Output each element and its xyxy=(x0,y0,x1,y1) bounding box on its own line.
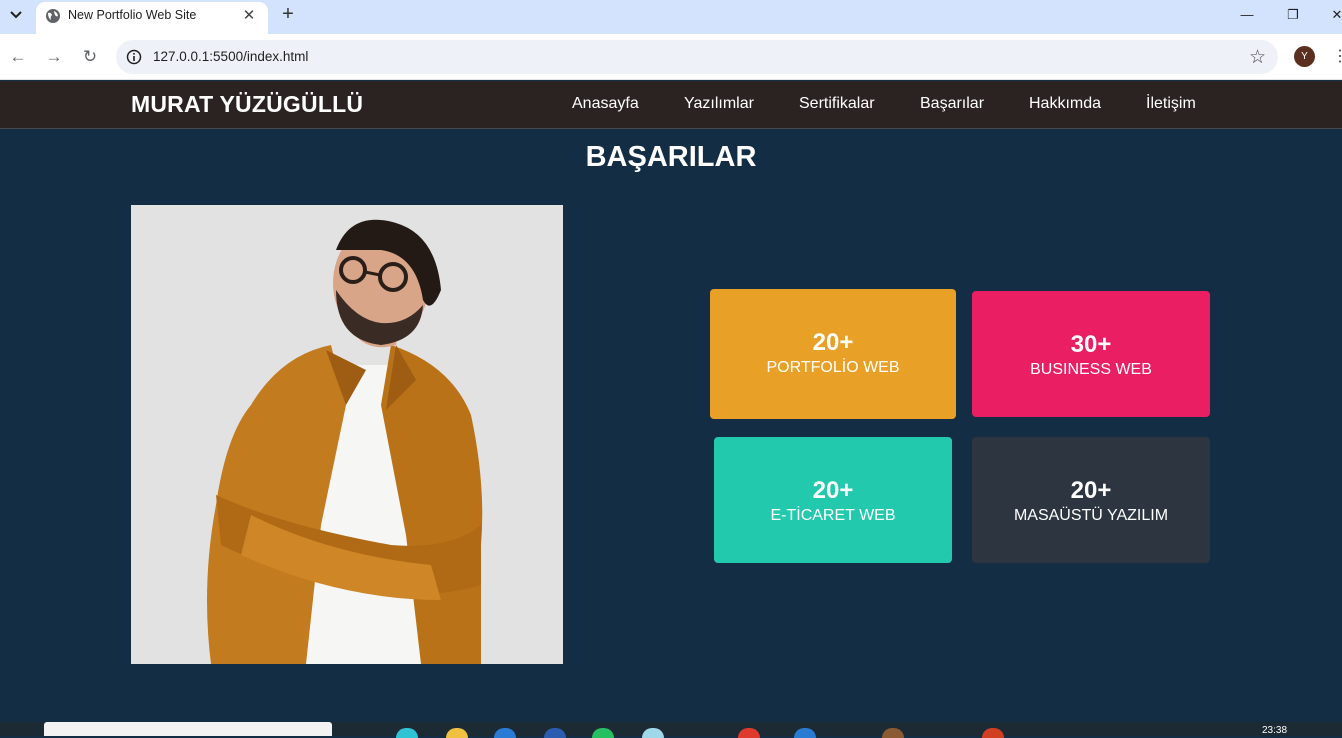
achievement-label: E-TİCARET WEB xyxy=(770,507,896,524)
close-window-icon[interactable]: ✕ xyxy=(1322,4,1342,26)
site-header: MURAT YÜZÜGÜLLÜ Anasayfa Yazılımlar Sert… xyxy=(0,81,1342,129)
achievement-card-desktop: 20+ MASAÜSTÜ YAZILIM xyxy=(972,437,1210,563)
forward-arrow-icon[interactable]: → xyxy=(42,45,66,69)
nav-link-anasayfa[interactable]: Anasayfa xyxy=(572,95,639,113)
bookmark-star-icon[interactable]: ☆ xyxy=(1249,46,1266,69)
store-icon[interactable] xyxy=(494,728,516,738)
nav-link-sertifikalar[interactable]: Sertifikalar xyxy=(799,95,875,113)
nav-link-yazilimlar[interactable]: Yazılımlar xyxy=(684,95,754,113)
globe-icon xyxy=(46,9,60,23)
url-text: 127.0.0.1:5500/index.html xyxy=(153,49,309,64)
achievement-count: 20+ xyxy=(812,329,854,356)
new-tab-icon[interactable]: + xyxy=(276,3,300,27)
taskbar-clock: 23:38 xyxy=(1262,725,1288,736)
os-taskbar: 23:38 xyxy=(0,722,1342,738)
restore-icon[interactable]: ❐ xyxy=(1278,4,1308,26)
site-brand[interactable]: MURAT YÜZÜGÜLLÜ xyxy=(131,91,363,118)
app-icon[interactable] xyxy=(882,728,904,738)
close-tab-icon[interactable]: ✕ xyxy=(239,6,259,26)
achievement-card-business: 30+ BUSINESS WEB xyxy=(972,291,1210,417)
browser-toolbar: ← → ↻ 127.0.0.1:5500/index.html ☆ Y ⋮ xyxy=(0,34,1342,80)
edge-icon[interactable] xyxy=(396,728,418,738)
achievement-label: PORTFOLİO WEB xyxy=(766,359,900,376)
achievement-count: 20+ xyxy=(812,477,854,504)
tab-title: New Portfolio Web Site xyxy=(68,8,197,22)
reload-icon[interactable]: ↻ xyxy=(78,45,102,69)
more-menu-icon[interactable]: ⋮ xyxy=(1332,46,1342,68)
address-bar[interactable]: 127.0.0.1:5500/index.html ☆ xyxy=(116,40,1278,74)
nav-link-hakkimda[interactable]: Hakkımda xyxy=(1029,95,1101,113)
nav-link-basarilar[interactable]: Başarılar xyxy=(920,95,984,113)
back-arrow-icon[interactable]: ← xyxy=(6,45,30,69)
achievement-card-portfolio: 20+ PORTFOLİO WEB xyxy=(710,289,956,419)
achievement-count: 20+ xyxy=(1070,477,1112,504)
browser-tab[interactable]: New Portfolio Web Site ✕ xyxy=(36,2,268,34)
achievement-label: BUSINESS WEB xyxy=(1030,361,1152,378)
spotify-icon[interactable] xyxy=(592,728,614,738)
achievement-count: 30+ xyxy=(1070,331,1112,358)
achievement-card-eticaret: 20+ E-TİCARET WEB xyxy=(714,437,952,563)
chrome-icon[interactable] xyxy=(738,728,760,738)
app-icon[interactable] xyxy=(982,728,1004,738)
minimize-icon[interactable]: — xyxy=(1232,4,1262,26)
site-info-icon[interactable] xyxy=(126,49,142,65)
browser-tab-strip: New Portfolio Web Site ✕ + — ❐ ✕ xyxy=(0,0,1342,34)
vscode-icon[interactable] xyxy=(794,728,816,738)
app-icon[interactable] xyxy=(642,728,664,738)
tab-search-dropdown-icon[interactable] xyxy=(4,4,28,26)
achievement-label: MASAÜSTÜ YAZILIM xyxy=(1013,507,1169,524)
section-title: BAŞARILAR xyxy=(585,141,757,173)
profile-avatar[interactable]: Y xyxy=(1294,46,1315,67)
taskbar-search-box[interactable] xyxy=(44,722,332,736)
profile-photo xyxy=(131,205,563,664)
app-icon[interactable] xyxy=(544,728,566,738)
file-explorer-icon[interactable] xyxy=(446,728,468,738)
nav-link-iletisim[interactable]: İletişim xyxy=(1146,95,1196,113)
